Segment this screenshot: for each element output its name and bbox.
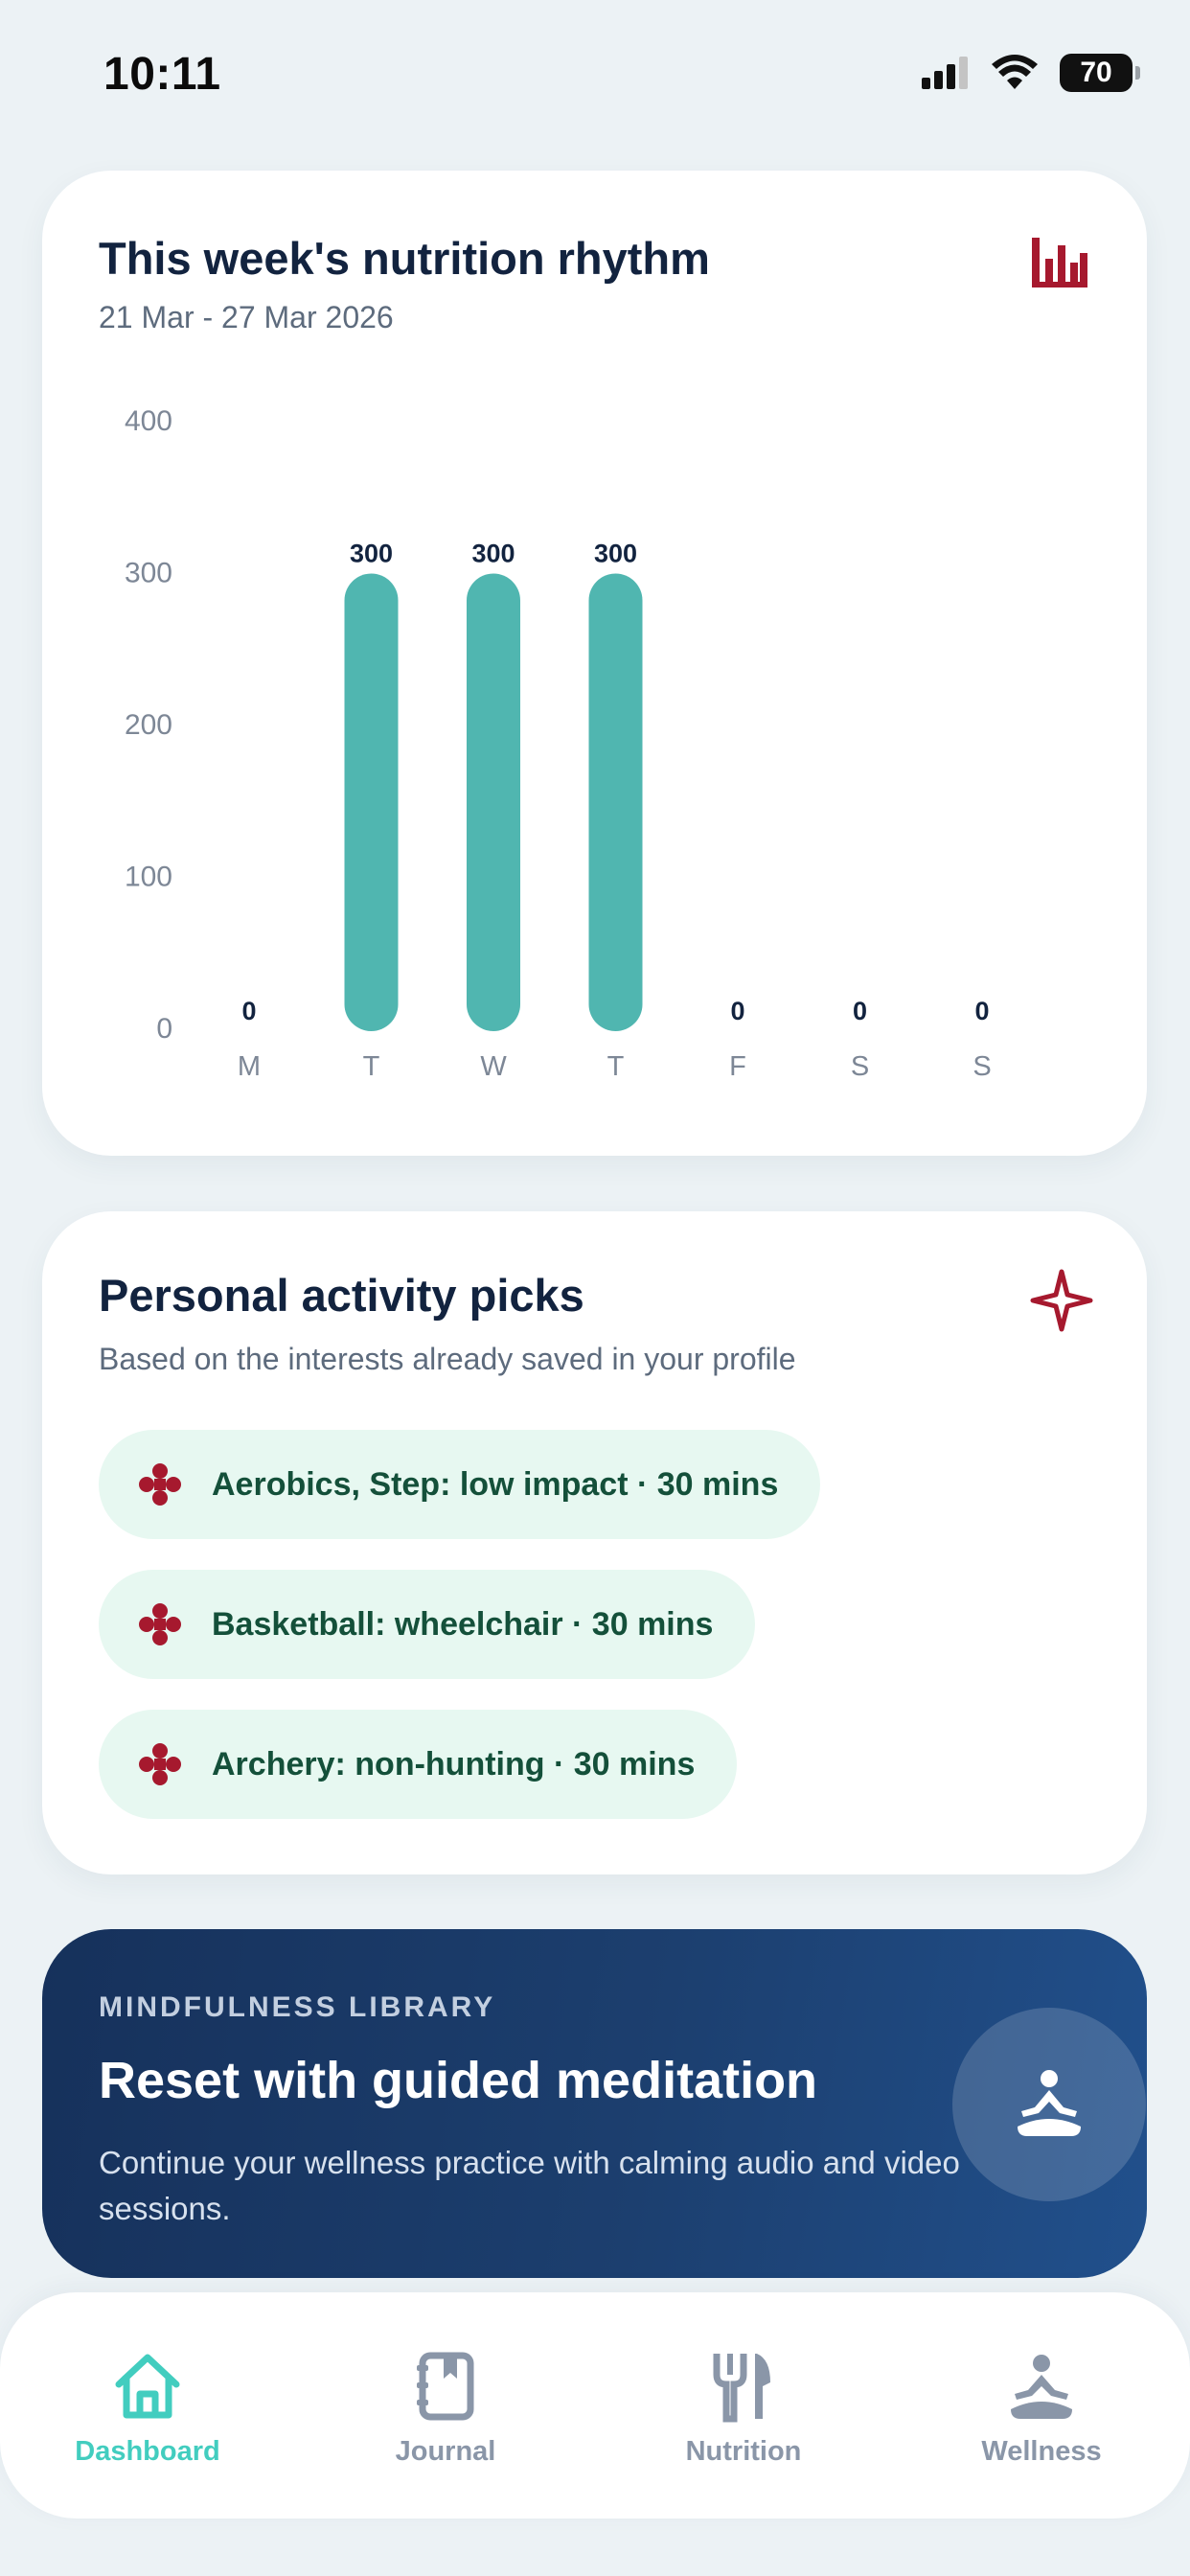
y-tick-label: 100 — [125, 862, 172, 893]
bar-value-label: 300 — [471, 540, 515, 568]
y-tick-label: 300 — [125, 558, 172, 589]
bar-value-label: 300 — [594, 540, 637, 568]
journal-icon — [417, 2352, 474, 2421]
activity-cross-icon — [139, 1603, 181, 1645]
x-tick-label: S — [851, 1051, 869, 1082]
nav-label: Nutrition — [685, 2436, 802, 2467]
activity-cross-icon — [139, 1463, 181, 1506]
nav-dashboard[interactable]: Dashboard — [33, 2350, 263, 2468]
chart-bar — [467, 573, 520, 1031]
meditation-icon — [1018, 2070, 1081, 2136]
nutrition-bar-chart: 0 100 200 300 400 0 M 300 T 300 W 300 T 0 F 0 S 0 S — [125, 405, 992, 1082]
activity-pick-label: Aerobics, Step: low impact · 30 mins — [212, 1465, 779, 1503]
activity-pick-label: Basketball: wheelchair · 30 mins — [212, 1605, 714, 1643]
sparkle-icon — [1030, 1269, 1093, 1332]
activity-pick-1[interactable]: Aerobics, Step: low impact · 30 mins — [99, 1430, 821, 1539]
y-tick-label: 0 — [156, 1013, 172, 1045]
wifi-icon — [992, 55, 1038, 89]
nav-journal[interactable]: Journal — [331, 2350, 561, 2468]
nutrition-card: This week's nutrition rhythm 21 Mar - 27… — [42, 171, 1147, 1156]
meditation-button[interactable] — [952, 2008, 1146, 2201]
nav-label: Wellness — [981, 2436, 1102, 2467]
activity-card-subtitle: Based on the interests already saved in … — [99, 1342, 796, 1376]
status-bar: 10:11 70 — [0, 0, 1190, 153]
bar-value-label: 0 — [241, 997, 256, 1025]
fork-knife-icon — [713, 2354, 770, 2423]
signal-icon — [922, 57, 968, 89]
x-tick-label: T — [607, 1051, 625, 1082]
status-icons: 70 — [922, 54, 1140, 92]
bar-value-label: 300 — [350, 540, 393, 568]
nav-wellness[interactable]: Wellness — [927, 2350, 1156, 2468]
nav-nutrition[interactable]: Nutrition — [629, 2350, 858, 2468]
mindfulness-banner[interactable]: MINDFULNESS LIBRARY Reset with guided me… — [42, 1929, 1147, 2278]
chart-bar — [344, 573, 399, 1031]
nav-label: Journal — [395, 2436, 496, 2467]
battery-level: 70 — [1080, 57, 1112, 88]
bar-value-label: 0 — [974, 997, 989, 1025]
x-tick-label: F — [729, 1051, 746, 1082]
banner-description: Continue your wellness practice with cal… — [99, 2145, 960, 2226]
meditation-icon — [1011, 2355, 1072, 2419]
nav-label: Dashboard — [75, 2436, 220, 2467]
activity-pick-label: Archery: non-hunting · 30 mins — [212, 1745, 696, 1782]
bar-value-label: 0 — [730, 997, 744, 1025]
bar-value-label: 0 — [853, 997, 867, 1025]
x-tick-label: W — [480, 1051, 507, 1082]
y-tick-label: 400 — [125, 405, 172, 437]
activity-card: Personal activity picks Based on the int… — [42, 1211, 1147, 1874]
activity-card-title: Personal activity picks — [99, 1270, 584, 1321]
activity-cross-icon — [139, 1743, 181, 1785]
banner-kicker: MINDFULNESS LIBRARY — [99, 1991, 496, 2023]
x-tick-label: M — [238, 1051, 261, 1082]
status-time: 10:11 — [103, 49, 221, 100]
battery-icon: 70 — [1060, 54, 1140, 92]
bottom-nav: Dashboard Journal Nutrition Wellness — [0, 2292, 1190, 2518]
x-tick-label: T — [363, 1051, 380, 1082]
x-tick-label: S — [973, 1051, 991, 1082]
chart-bar — [588, 573, 643, 1031]
banner-title: Reset with guided meditation — [99, 2052, 818, 2109]
y-tick-label: 200 — [125, 709, 172, 741]
activity-pick-3[interactable]: Archery: non-hunting · 30 mins — [99, 1710, 738, 1819]
activity-pick-2[interactable]: Basketball: wheelchair · 30 mins — [99, 1570, 756, 1679]
home-icon — [115, 2354, 180, 2419]
